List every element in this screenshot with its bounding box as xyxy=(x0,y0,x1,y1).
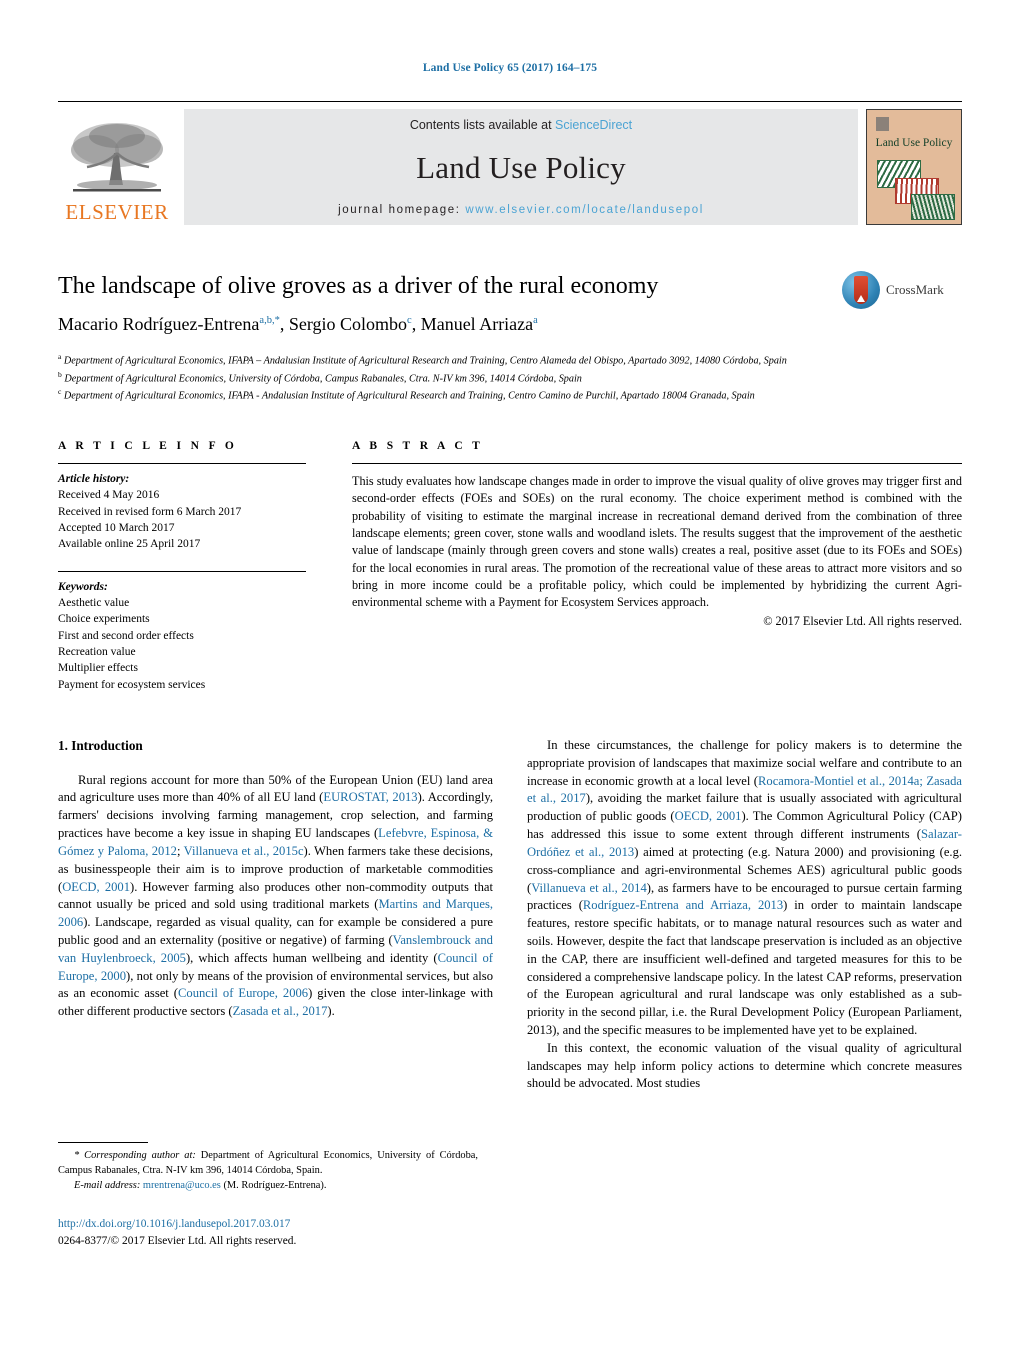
body-column-left: 1. Introduction Rural regions account fo… xyxy=(58,737,493,1093)
email-label: E-mail address: xyxy=(74,1180,141,1192)
text-run: ). xyxy=(327,1004,335,1019)
article-info-column: A R T I C L E I N F O Article history: R… xyxy=(58,440,306,693)
author-name-3: Manuel Arriaza xyxy=(420,313,534,334)
citation-coe-2006[interactable]: Council of Europe, 2006 xyxy=(178,986,308,1000)
footnote-rule xyxy=(58,1142,148,1143)
contents-line: Contents lists available at ScienceDirec… xyxy=(410,118,632,132)
doi-link[interactable]: http://dx.doi.org/10.1016/j.landusepol.2… xyxy=(58,1216,296,1233)
author-sup-2: c xyxy=(407,314,412,326)
author-name-1: Macario Rodríguez-Entrena xyxy=(58,313,260,334)
article-history-block: Article history: Received 4 May 2016 Rec… xyxy=(58,464,306,553)
citation-villanueva-2015c[interactable]: Villanueva et al., 2015c xyxy=(184,844,304,858)
citation-oecd-2001-b[interactable]: OECD, 2001 xyxy=(675,809,742,823)
affiliation-list: a Department of Agricultural Economics, … xyxy=(58,351,962,404)
journal-title: Land Use Policy xyxy=(416,150,626,185)
crossmark-label: CrossMark xyxy=(886,282,944,297)
citation-rodriguez-arriaza[interactable]: Rodríguez-Entrena and Arriaza, 2013 xyxy=(583,898,783,912)
body-column-right: In these circumstances, the challenge fo… xyxy=(527,737,962,1093)
paper-page: Land Use Policy 65 (2017) 164–175 ELSEVI… xyxy=(0,0,1020,1351)
paragraph-right-1: In these circumstances, the challenge fo… xyxy=(527,737,962,1040)
article-history-item: Available online 25 April 2017 xyxy=(58,538,201,551)
cover-title: Land Use Policy xyxy=(875,137,953,149)
citation-villanueva-2014[interactable]: Villanueva et al., 2014 xyxy=(531,881,647,895)
keywords-rule xyxy=(58,570,306,572)
email-link[interactable]: mrentrena@uco.es xyxy=(143,1180,221,1191)
elsevier-tree-icon xyxy=(71,123,163,192)
affiliation-b: b Department of Agricultural Economics, … xyxy=(58,369,962,387)
affiliation-marker-b: b xyxy=(58,369,62,379)
homepage-url-link[interactable]: www.elsevier.com/locate/landusepol xyxy=(465,204,704,216)
title-block: The landscape of olive groves as a drive… xyxy=(58,271,962,339)
footnote-area: * Corresponding author at: Department of… xyxy=(58,1142,478,1193)
body-columns: 1. Introduction Rural regions account fo… xyxy=(58,737,962,1093)
text-run: ; xyxy=(176,843,184,858)
article-history-item: Received in revised form 6 March 2017 xyxy=(58,505,242,518)
journal-cover-thumbnail: Land Use Policy xyxy=(866,109,962,225)
email-note: E-mail address: mrentrena@uco.es (M. Rod… xyxy=(58,1178,478,1193)
cover-image-3 xyxy=(911,194,955,220)
section-heading-introduction: 1. Introduction xyxy=(58,738,143,753)
keyword-item: Recreation value xyxy=(58,646,136,659)
abstract-text: This study evaluates how landscape chang… xyxy=(352,474,962,610)
citation-oecd-2001-a[interactable]: OECD, 2001 xyxy=(62,880,130,894)
running-head: Land Use Policy 65 (2017) 164–175 xyxy=(422,62,598,74)
homepage-prefix: journal homepage: xyxy=(338,204,466,216)
affiliation-marker-c: c xyxy=(58,387,62,397)
corresponding-label: Corresponding author at: xyxy=(79,1150,201,1161)
text-run: ) in order to maintain landscape feature… xyxy=(527,898,962,1037)
elsevier-wordmark: ELSEVIER xyxy=(65,200,169,224)
keyword-item: Multiplier effects xyxy=(58,662,138,675)
issn-copyright: 0264-8377/© 2017 Elsevier Ltd. All right… xyxy=(58,1234,297,1247)
affiliation-marker-a: a xyxy=(58,352,62,361)
article-history-label: Article history: xyxy=(58,473,130,486)
article-title: The landscape of olive groves as a drive… xyxy=(58,273,659,299)
elsevier-logo: ELSEVIER xyxy=(58,109,176,225)
keywords-label: Keywords: xyxy=(58,580,108,593)
author-sup-1: a,b,* xyxy=(259,314,280,326)
affiliation-c: c Department of Agricultural Economics, … xyxy=(58,386,962,404)
author-list: Macario Rodríguez-Entrenaa,b,*, Sergio C… xyxy=(58,313,538,334)
affiliation-a: a Department of Agricultural Economics, … xyxy=(58,351,962,369)
keyword-item: First and second order effects xyxy=(58,629,194,642)
citation-eurostat[interactable]: EUROSTAT, 2013 xyxy=(323,790,417,804)
keyword-item: Choice experiments xyxy=(58,613,150,626)
article-history-item: Received 4 May 2016 xyxy=(58,489,160,502)
abstract-copyright: © 2017 Elsevier Ltd. All rights reserved… xyxy=(763,613,962,628)
keyword-item: Aesthetic value xyxy=(58,597,130,610)
affiliation-text-b: Department of Agricultural Economics, Un… xyxy=(64,373,582,385)
journal-masthead: ELSEVIER Contents lists available at Sci… xyxy=(58,101,962,225)
abstract-heading: A B S T R A C T xyxy=(352,440,484,453)
author-name-2: Sergio Colombo xyxy=(288,313,408,334)
abstract-column: A B S T R A C T This study evaluates how… xyxy=(352,440,962,693)
affiliation-text-a: Department of Agricultural Economics, IF… xyxy=(63,355,787,367)
paragraph-right-2: In this context, the economic valuation … xyxy=(527,1040,962,1091)
cover-elsevier-mini-logo-icon xyxy=(876,117,889,131)
paragraph-left-1: Rural regions account for more than 50% … xyxy=(58,772,493,1021)
keywords-block: Keywords: Aesthetic value Choice experim… xyxy=(58,564,306,693)
masthead-center: Contents lists available at ScienceDirec… xyxy=(184,109,858,225)
article-info-heading: A R T I C L E I N F O xyxy=(58,440,238,453)
article-history-item: Accepted 10 March 2017 xyxy=(58,522,175,535)
info-abstract-region: A R T I C L E I N F O Article history: R… xyxy=(58,440,962,693)
text-run: ), which affects human wellbeing and ide… xyxy=(185,950,438,965)
sciencedirect-link[interactable]: ScienceDirect xyxy=(555,118,632,132)
citation-zasada-2017[interactable]: Zasada et al., 2017 xyxy=(233,1004,328,1018)
author-sup-3: a xyxy=(533,314,538,326)
affiliation-text-c: Department of Agricultural Economics, IF… xyxy=(63,390,755,402)
doi-block: http://dx.doi.org/10.1016/j.landusepol.2… xyxy=(58,1216,296,1249)
crossmark-icon xyxy=(842,271,880,309)
journal-homepage-line: journal homepage: www.elsevier.com/locat… xyxy=(338,204,704,216)
email-owner: (M. Rodríguez-Entrena). xyxy=(220,1180,327,1192)
corresponding-author-note: * Corresponding author at: Department of… xyxy=(58,1148,478,1178)
keyword-item: Payment for ecosystem services xyxy=(58,678,206,691)
contents-prefix: Contents lists available at xyxy=(409,118,556,132)
crossmark-badge[interactable]: CrossMark xyxy=(842,269,962,311)
